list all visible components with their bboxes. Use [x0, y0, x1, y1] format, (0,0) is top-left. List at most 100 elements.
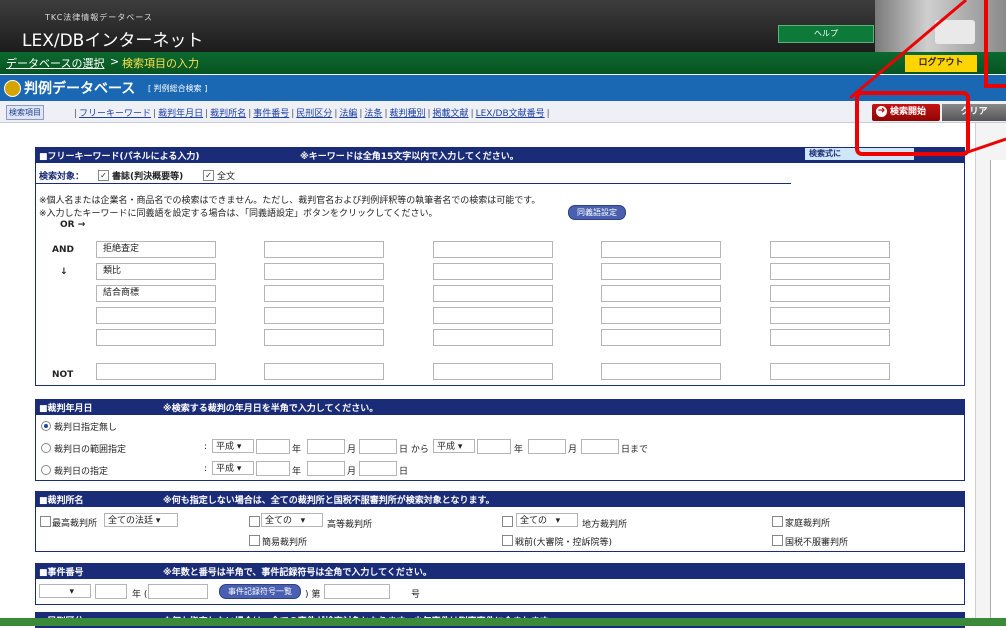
keyword-input[interactable]: [433, 307, 553, 324]
not-keyword-input[interactable]: [433, 363, 553, 380]
day-exact-input[interactable]: [359, 461, 397, 476]
colon: :: [204, 464, 208, 474]
date-section: 裁判日指定無し 裁判日の範囲指定 : 平成 ▾ 年 月 日 から 平成 ▾ 年 …: [35, 415, 965, 481]
fulltext-checkbox[interactable]: ✓: [203, 170, 214, 181]
family-court-checkbox[interactable]: [772, 516, 783, 527]
not-label: NOT: [52, 370, 74, 380]
keyword-input[interactable]: [433, 241, 553, 258]
keyword-input[interactable]: 類比: [96, 263, 216, 280]
header-subtitle: TKC法律情報データベース: [45, 13, 153, 22]
tab-judgment-type[interactable]: 裁判種別: [389, 109, 425, 119]
month-to-input[interactable]: [528, 439, 566, 454]
notice-synonym: ※入力したキーワードに同義語を設定する場合は、「同義語設定」ボタンをクリックして…: [39, 209, 438, 219]
supreme-court-select[interactable]: 全ての法廷 ▾: [104, 513, 178, 527]
not-keyword-input[interactable]: [601, 363, 721, 380]
date-range-radio[interactable]: [41, 443, 51, 453]
right-panel-scroll[interactable]: [990, 160, 1006, 626]
keyword-input[interactable]: [770, 241, 890, 258]
tab-civil-criminal[interactable]: 民刑区分: [296, 109, 332, 119]
year-exact-input[interactable]: [256, 461, 290, 476]
summary-court-checkbox[interactable]: [249, 535, 260, 546]
district-court-select[interactable]: 全ての ▾: [516, 513, 578, 527]
day-to-label: 日まで: [621, 445, 649, 455]
day-from-label: 日 から: [399, 445, 429, 455]
high-court-label: 高等裁判所: [327, 520, 373, 530]
not-keyword-input[interactable]: [770, 363, 890, 380]
keyword-input[interactable]: [264, 241, 384, 258]
day-to-input[interactable]: [581, 439, 619, 454]
month-from-input[interactable]: [307, 439, 345, 454]
district-court-checkbox[interactable]: [502, 516, 513, 527]
case-dai-label: ) 第: [305, 590, 321, 600]
keyword-input[interactable]: [601, 241, 721, 258]
day-from-input[interactable]: [359, 439, 397, 454]
books-checkbox[interactable]: ✓: [98, 170, 109, 181]
case-era-select[interactable]: ▾: [39, 584, 91, 598]
keyword-input[interactable]: [601, 329, 721, 346]
keyword-input[interactable]: [601, 307, 721, 324]
date-exact-radio[interactable]: [41, 465, 51, 475]
divider: [36, 183, 791, 184]
keyword-input[interactable]: [770, 285, 890, 302]
court-section-header: ■裁判所名 ※何も指定しない場合は、全ての裁判所と国税不服審判所が検索対象となり…: [35, 491, 965, 507]
high-court-checkbox[interactable]: [249, 516, 260, 527]
era-to-select[interactable]: 平成 ▾: [433, 439, 475, 453]
keyword-input[interactable]: [601, 263, 721, 280]
keyword-input[interactable]: [433, 263, 553, 280]
prewar-court-checkbox[interactable]: [502, 535, 513, 546]
help-button[interactable]: ヘルプ: [778, 25, 874, 43]
case-code-input[interactable]: [148, 584, 208, 599]
case-number-input[interactable]: [324, 584, 390, 599]
year-from-input[interactable]: [256, 439, 290, 454]
high-court-select[interactable]: 全ての ▾: [261, 513, 323, 527]
keyword-input[interactable]: [264, 307, 384, 324]
breadcrumb-link-database[interactable]: データベースの選択: [6, 55, 104, 71]
not-keyword-input[interactable]: [264, 363, 384, 380]
tab-lexdb-number[interactable]: LEX/DB文献番号: [476, 109, 545, 119]
keyword-input[interactable]: [770, 307, 890, 324]
court-section: 最高裁判所 全ての法廷 ▾ 全ての ▾ 高等裁判所 全ての ▾ 地方裁判所 家庭…: [35, 507, 965, 552]
era-from-select[interactable]: 平成 ▾: [212, 439, 254, 453]
keyword-input[interactable]: [264, 329, 384, 346]
keyword-input[interactable]: [264, 285, 384, 302]
keyword-input[interactable]: [770, 329, 890, 346]
notice-personal-name: ※個人名または企業名・商品名での検索はできません。ただし、裁判官名および判例評釈…: [39, 196, 541, 206]
tab-publication[interactable]: 掲載文献: [433, 109, 469, 119]
bottom-strip: [0, 618, 1006, 626]
supreme-court-label: 最高裁判所: [52, 519, 98, 529]
district-court-label: 地方裁判所: [582, 520, 628, 530]
keyword-input[interactable]: [96, 329, 216, 346]
keyword-input[interactable]: 拒絶査定: [96, 241, 216, 258]
tab-case-number[interactable]: 事件番号: [253, 109, 289, 119]
page-title: 判例データベース: [24, 81, 136, 97]
keyword-input[interactable]: 結合商標: [96, 285, 216, 302]
keyword-input[interactable]: [264, 263, 384, 280]
tab-law-part[interactable]: 法編: [339, 109, 357, 119]
annotation-box: [984, 0, 1006, 88]
keyword-input[interactable]: [433, 329, 553, 346]
annotation-highlight: [855, 91, 970, 156]
case-year-input[interactable]: [95, 584, 127, 599]
tab-free-keyword[interactable]: フリーキーワード: [79, 109, 151, 119]
keyword-input[interactable]: [433, 285, 553, 302]
supreme-court-checkbox[interactable]: [40, 516, 51, 527]
keyword-section: 検索対象： ✓ 書誌(判決概要等) ✓ 全文 ※個人名または企業名・商品名での検…: [35, 163, 965, 386]
keyword-input[interactable]: [96, 307, 216, 324]
tab-court[interactable]: 裁判所名: [210, 109, 246, 119]
synonym-button[interactable]: 同義語設定: [568, 205, 626, 220]
search-item-links: | フリーキーワード | 裁判年月日 | 裁判所名 | 事件番号 | 民刑区分 | 法編 | 法条 | 裁判種…: [74, 109, 550, 119]
year-to-input[interactable]: [477, 439, 511, 454]
tax-tribunal-checkbox[interactable]: [772, 535, 783, 546]
not-keyword-input[interactable]: [96, 363, 216, 380]
tab-date[interactable]: 裁判年月日: [158, 109, 203, 119]
date-none-radio[interactable]: [41, 421, 51, 431]
tab-article[interactable]: 法条: [364, 109, 382, 119]
logout-button[interactable]: ログアウト: [905, 55, 977, 72]
month-exact-input[interactable]: [307, 461, 345, 476]
case-code-list-button[interactable]: 事件記録符号一覧: [219, 584, 301, 599]
keyword-input[interactable]: [770, 263, 890, 280]
era-exact-select[interactable]: 平成 ▾: [212, 461, 254, 475]
keyword-input[interactable]: [601, 285, 721, 302]
date-section-header: ■裁判年月日 ※検索する裁判の年月日を半角で入力してください。: [35, 399, 965, 415]
month-label: 月: [568, 445, 578, 455]
